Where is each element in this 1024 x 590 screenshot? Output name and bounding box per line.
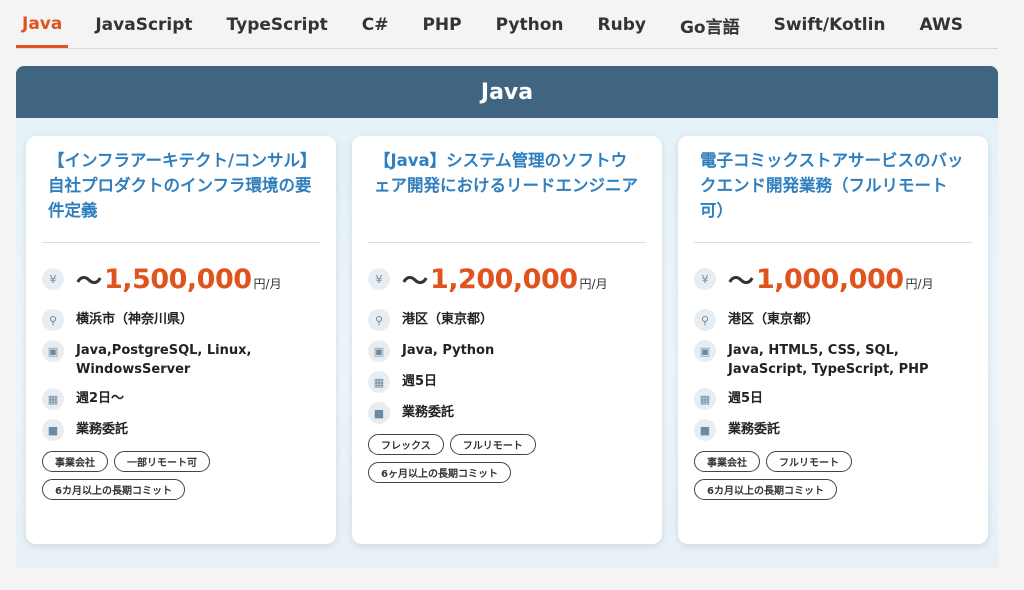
tab-javascript[interactable]: JavaScript xyxy=(78,2,209,48)
location-row: ⚲ 港区（東京都） xyxy=(368,309,646,331)
yen-icon: ¥ xyxy=(42,268,64,290)
divider xyxy=(368,242,646,243)
location-text: 港区（東京都） xyxy=(728,312,820,327)
price-unit: 円/月 xyxy=(905,277,934,291)
price-prefix: 〜 xyxy=(76,267,103,297)
price-prefix: 〜 xyxy=(402,267,429,297)
schedule-row: ▦ 週5日 xyxy=(694,388,972,410)
price-row: ¥ 〜 1,000,000 円/月 xyxy=(694,261,972,298)
tab-python[interactable]: Python xyxy=(479,2,581,48)
tag: フルリモート xyxy=(449,434,536,455)
price-unit: 円/月 xyxy=(579,277,608,291)
tab-swift-kotlin[interactable]: Swift/Kotlin xyxy=(757,2,903,48)
tab-aws[interactable]: AWS xyxy=(903,2,980,48)
skills-row: ▣ Java,PostgreSQL, Linux, WindowsServer xyxy=(42,340,320,379)
price-row: ¥ 〜 1,500,000 円/月 xyxy=(42,261,320,298)
contract-row: ■ 業務委託 xyxy=(368,402,646,424)
tag: 6カ月以上の長期コミット xyxy=(42,479,185,500)
schedule-text: 週2日〜 xyxy=(76,391,125,406)
briefcase-icon: ■ xyxy=(694,419,716,441)
contract-row: ■ 業務委託 xyxy=(42,419,320,441)
schedule-row: ▦ 週2日〜 xyxy=(42,388,320,410)
laptop-icon: ▣ xyxy=(694,340,716,362)
job-card[interactable]: 【Java】システム管理のソフトウェア開発におけるリードエンジニア ¥ 〜 1,… xyxy=(352,136,662,544)
tag: フルリモート xyxy=(766,451,852,472)
tab-typescript[interactable]: TypeScript xyxy=(210,2,345,48)
price-prefix: 〜 xyxy=(728,267,755,297)
tag-list: フレックス フルリモート 6ヶ月以上の長期コミット xyxy=(368,434,646,483)
job-card[interactable]: 【インフラアーキテクト/コンサル】自社プロダクトのインフラ環境の要件定義 ¥ 〜… xyxy=(26,136,336,544)
skills-row: ▣ Java, HTML5, CSS, SQL, JavaScript, Typ… xyxy=(694,340,972,379)
briefcase-icon: ■ xyxy=(42,419,64,441)
contract-text: 業務委託 xyxy=(76,422,129,437)
laptop-icon: ▣ xyxy=(42,340,64,362)
calendar-icon: ▦ xyxy=(694,388,716,410)
contract-row: ■ 業務委託 xyxy=(694,419,972,441)
skills-row: ▣ Java, Python xyxy=(368,340,646,362)
tag: フレックス xyxy=(368,434,444,455)
tab-ruby[interactable]: Ruby xyxy=(581,2,663,48)
tag: 6カ月以上の長期コミット xyxy=(694,479,837,500)
map-pin-icon: ⚲ xyxy=(694,309,716,331)
divider xyxy=(42,242,320,243)
contract-text: 業務委託 xyxy=(728,422,781,437)
price-value: 1,000,000 xyxy=(756,264,904,295)
skills-text: Java, HTML5, CSS, SQL, JavaScript, TypeS… xyxy=(728,343,929,377)
skills-text: Java, Python xyxy=(402,343,495,358)
laptop-icon: ▣ xyxy=(368,340,390,362)
yen-icon: ¥ xyxy=(694,268,716,290)
tag: 6ヶ月以上の長期コミット xyxy=(368,462,511,483)
panel-title: Java xyxy=(16,66,998,118)
job-title-link[interactable]: 【Java】システム管理のソフトウェア開発におけるリードエンジニア xyxy=(368,148,646,224)
job-title-link[interactable]: 【インフラアーキテクト/コンサル】自社プロダクトのインフラ環境の要件定義 xyxy=(42,148,320,224)
tag: 事業会社 xyxy=(42,451,108,472)
location-row: ⚲ 港区（東京都） xyxy=(694,309,972,331)
price-row: ¥ 〜 1,200,000 円/月 xyxy=(368,261,646,298)
tag: 事業会社 xyxy=(694,451,760,472)
contract-text: 業務委託 xyxy=(402,405,455,420)
job-title-link[interactable]: 電子コミックストアサービスのバックエンド開発業務（フルリモート可） xyxy=(694,148,972,224)
job-card[interactable]: 電子コミックストアサービスのバックエンド開発業務（フルリモート可） ¥ 〜 1,… xyxy=(678,136,988,544)
tab-php[interactable]: PHP xyxy=(405,2,478,48)
skills-text: Java,PostgreSQL, Linux, WindowsServer xyxy=(76,343,252,377)
map-pin-icon: ⚲ xyxy=(42,309,64,331)
location-row: ⚲ 横浜市（神奈川県） xyxy=(42,309,320,331)
schedule-text: 週5日 xyxy=(728,391,764,406)
location-text: 港区（東京都） xyxy=(402,312,494,327)
map-pin-icon: ⚲ xyxy=(368,309,390,331)
tag: 一部リモート可 xyxy=(114,451,210,472)
price-value: 1,500,000 xyxy=(104,264,252,295)
price-value: 1,200,000 xyxy=(430,264,578,295)
schedule-row: ▦ 週5日 xyxy=(368,371,646,393)
briefcase-icon: ■ xyxy=(368,402,390,424)
location-text: 横浜市（神奈川県） xyxy=(76,312,194,327)
tag-list: 事業会社 フルリモート 6カ月以上の長期コミット xyxy=(694,451,972,500)
tag-list: 事業会社 一部リモート可 6カ月以上の長期コミット xyxy=(42,451,320,500)
tab-java[interactable]: Java xyxy=(16,2,69,48)
language-tab-bar: Java JavaScript TypeScript C# PHP Python… xyxy=(16,0,998,49)
calendar-icon: ▦ xyxy=(42,388,64,410)
yen-icon: ¥ xyxy=(368,268,390,290)
divider xyxy=(694,242,972,243)
job-listing-panel: Java 【インフラアーキテクト/コンサル】自社プロダクトのインフラ環境の要件定… xyxy=(16,66,998,568)
schedule-text: 週5日 xyxy=(402,374,438,389)
tab-go[interactable]: Go言語 xyxy=(663,2,757,48)
price-unit: 円/月 xyxy=(253,277,282,291)
calendar-icon: ▦ xyxy=(368,371,390,393)
tab-csharp[interactable]: C# xyxy=(345,2,406,48)
